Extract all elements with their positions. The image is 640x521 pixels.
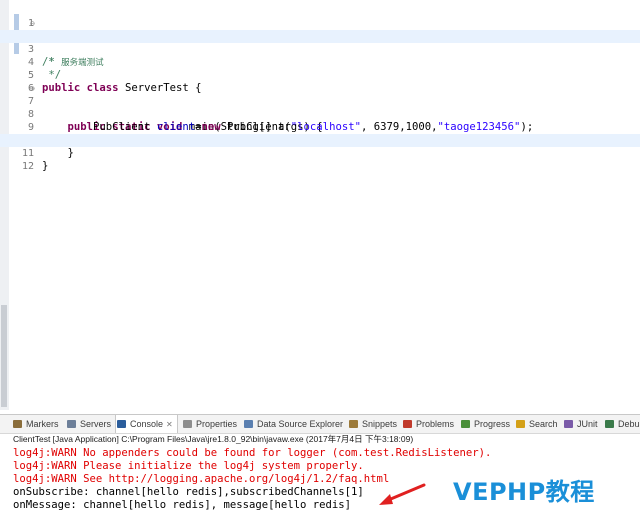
problems-icon (403, 420, 412, 428)
tab-label: Markers (26, 419, 59, 429)
tab-label: Data Source Explorer (257, 419, 344, 429)
tab-label: Snippets (362, 419, 398, 429)
tab-problems[interactable]: Problems (402, 415, 454, 433)
tab-label: Search (529, 419, 558, 429)
console-line: onMessage: channel[hello redis], message… (13, 499, 352, 511)
code-line-9: 9 client.pub("hello redis", "hello redis… (0, 108, 640, 146)
tab-servers[interactable]: Servers (66, 415, 111, 433)
code-line-4: 4 */ (0, 43, 640, 81)
data-source-icon (244, 420, 253, 428)
tab-console[interactable]: Console ✕ (115, 415, 178, 433)
code-line-7: 7 ⊖ public static void main(String[] arg… (0, 82, 640, 133)
tab-label: JUnit (577, 419, 598, 429)
code-line-10: 10 } (0, 121, 640, 159)
tab-properties[interactable]: Properties (182, 415, 237, 433)
markers-icon (13, 420, 22, 428)
code-line-5: 5 public class ServerTest { (0, 56, 640, 94)
tab-debug[interactable]: Debu (604, 415, 640, 433)
watermark-logo: VEPHP教程 (453, 478, 595, 506)
tab-label: Problems (416, 419, 455, 429)
tab-label: Servers (80, 419, 112, 429)
snippets-icon (349, 420, 358, 428)
close-icon[interactable]: ✕ (166, 420, 173, 429)
bottom-panel-tabbar: Markers Servers Console ✕ Properties Data… (0, 414, 640, 434)
junit-icon (564, 420, 573, 428)
code-line-6: 6 (0, 69, 640, 94)
tab-label: Progress (474, 419, 511, 429)
console-line: log4j:WARN Please initialize the log4j s… (13, 460, 364, 472)
tab-label: Console (130, 419, 164, 429)
tab-markers[interactable]: Markers (12, 415, 59, 433)
console-process-title: ClientTest [Java Application] C:\Program… (13, 434, 414, 444)
left-scroll-thumb[interactable] (1, 305, 7, 407)
console-line: onSubscribe: channel[hello redis],subscr… (13, 486, 364, 498)
tab-label: Debu (618, 419, 640, 429)
servers-icon (67, 420, 76, 428)
console-icon (117, 420, 126, 428)
tab-junit[interactable]: JUnit (563, 415, 598, 433)
tab-search[interactable]: Search (515, 415, 558, 433)
properties-icon (183, 420, 192, 428)
line-number: 12 (21, 161, 34, 172)
code-editor[interactable]: 1 package com.test; 2 ⊖ /* 3 * 服务端测试 4 *… (0, 0, 640, 410)
code-line-1: 1 package com.test; (0, 4, 640, 42)
code-line-3: 3 * 服务端测试 (0, 30, 640, 68)
tab-snippets[interactable]: Snippets (348, 415, 397, 433)
tab-data-source-explorer[interactable]: Data Source Explorer (243, 415, 343, 433)
code-line-2: 2 ⊖ /* (0, 17, 640, 68)
progress-icon (461, 420, 470, 428)
search-icon (516, 420, 525, 428)
fold-collapse-icon[interactable]: ⊖ (30, 17, 35, 30)
tab-progress[interactable]: Progress (460, 415, 510, 433)
fold-collapse-icon[interactable]: ⊖ (30, 82, 35, 95)
console-line: log4j:WARN No appenders could be found f… (13, 447, 492, 459)
debug-icon (605, 420, 614, 428)
code-line-11: 11 } (0, 134, 640, 172)
line-source: } (42, 160, 49, 172)
console-line: log4j:WARN See http://logging.apache.org… (13, 473, 390, 485)
tab-label: Properties (196, 419, 238, 429)
code-line-12: 12 (0, 147, 640, 172)
red-arrow-annotation (379, 483, 426, 505)
code-line-8: 8 PubClient client=new PubClient("localh… (0, 95, 640, 133)
